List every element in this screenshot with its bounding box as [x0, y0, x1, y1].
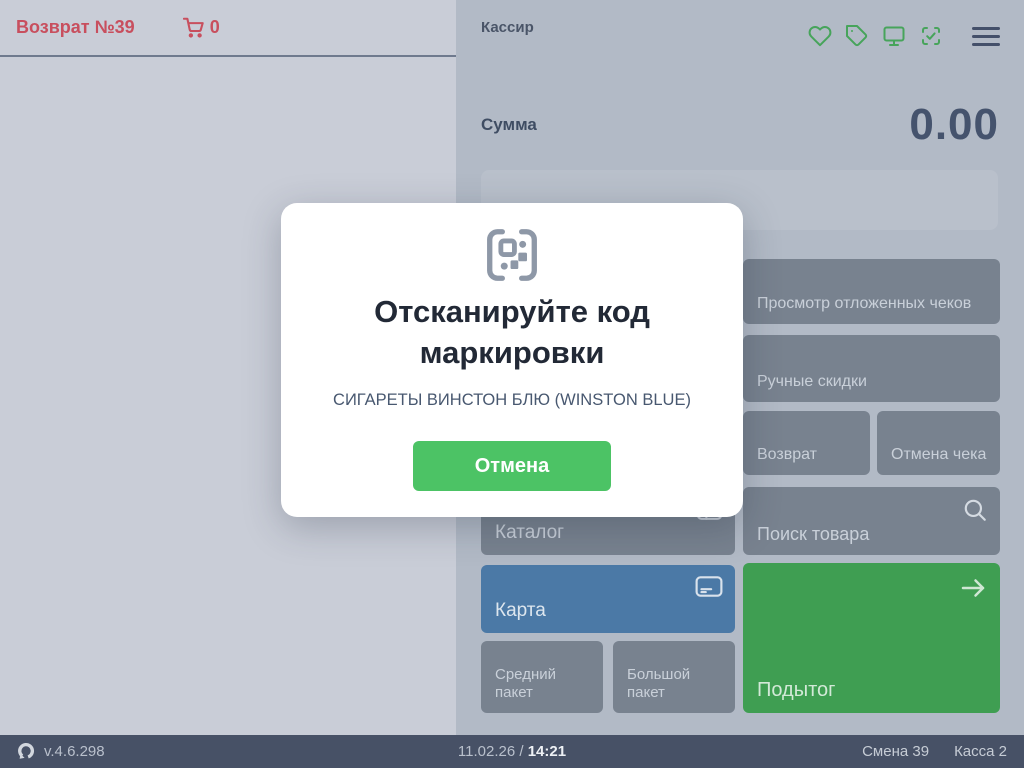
button-label: Средний пакет — [495, 665, 556, 702]
monitor-icon[interactable] — [882, 24, 906, 48]
sum-row: Сумма 0.00 — [481, 96, 999, 154]
cart-indicator[interactable]: 0 — [182, 17, 220, 38]
modal-title: Отсканируйте код маркировки — [374, 294, 650, 370]
arrow-right-icon — [958, 573, 988, 603]
register-label: Касса 2 — [954, 743, 1007, 760]
card-button[interactable]: Карта — [481, 565, 735, 633]
button-label: Просмотр отложенных чеков — [757, 295, 972, 312]
cashier-label: Кассир — [481, 19, 534, 36]
magnifier-icon — [962, 497, 988, 523]
time-label: 14:21 — [527, 743, 567, 760]
medium-bag-button[interactable]: Средний пакет — [481, 641, 603, 713]
qr-scan-icon — [481, 224, 543, 286]
modal-product-name: СИГАРЕТЫ ВИНСТОН БЛЮ (WINSTON BLUE) — [333, 390, 691, 409]
large-bag-button[interactable]: Большой пакет — [613, 641, 735, 713]
manual-discounts-button[interactable]: Ручные скидки — [743, 335, 1000, 402]
button-label: Большой пакет — [627, 665, 691, 702]
button-label: Возврат — [757, 446, 817, 463]
sum-label: Сумма — [481, 115, 537, 134]
scan-check-icon[interactable] — [919, 24, 943, 48]
subtotal-button[interactable]: Подытог — [743, 563, 1000, 713]
shopping-cart-icon — [182, 17, 204, 38]
product-search-button[interactable]: Поиск товара — [743, 487, 1000, 555]
header-icons — [808, 24, 1000, 48]
tag-icon[interactable] — [845, 24, 869, 48]
cart-count: 0 — [209, 17, 220, 37]
status-bar: v.4.6.298 11.02.26 / 14:21 Смена 39 Касс… — [0, 735, 1024, 768]
scan-marking-modal: Отсканируйте код маркировки СИГАРЕТЫ ВИН… — [281, 203, 743, 517]
cancel-receipt-button[interactable]: Отмена чека — [877, 411, 1000, 475]
date-label: 11.02.26 — [457, 743, 516, 760]
button-label: Карта — [495, 600, 546, 622]
datetime-separator: / — [519, 743, 524, 760]
credit-card-icon — [695, 575, 723, 598]
view-deferred-receipts-button[interactable]: Просмотр отложенных чеков — [743, 259, 1000, 324]
footer-right: Смена 39 Касса 2 — [862, 743, 1007, 760]
heart-icon[interactable] — [808, 24, 832, 48]
button-label: Поиск товара — [757, 523, 870, 544]
return-title: Возврат №39 — [16, 17, 135, 37]
button-label: Ручные скидки — [757, 373, 867, 390]
actions-header: Кассир — [456, 0, 1024, 48]
button-label: Каталог — [495, 522, 565, 544]
receipt-header: Возврат №39 0 — [0, 0, 456, 57]
refund-button[interactable]: Возврат — [743, 411, 870, 475]
shift-label: Смена 39 — [862, 743, 930, 760]
button-label: Отмена чека — [891, 446, 987, 463]
menu-icon[interactable] — [972, 26, 1000, 46]
button-label: Подытог — [757, 679, 836, 701]
pos-app: Возврат №39 0 Кассир Сумма 0.00 Просмотр… — [0, 0, 1024, 768]
cancel-button[interactable]: Отмена — [413, 441, 611, 491]
sum-value: 0.00 — [909, 100, 999, 149]
